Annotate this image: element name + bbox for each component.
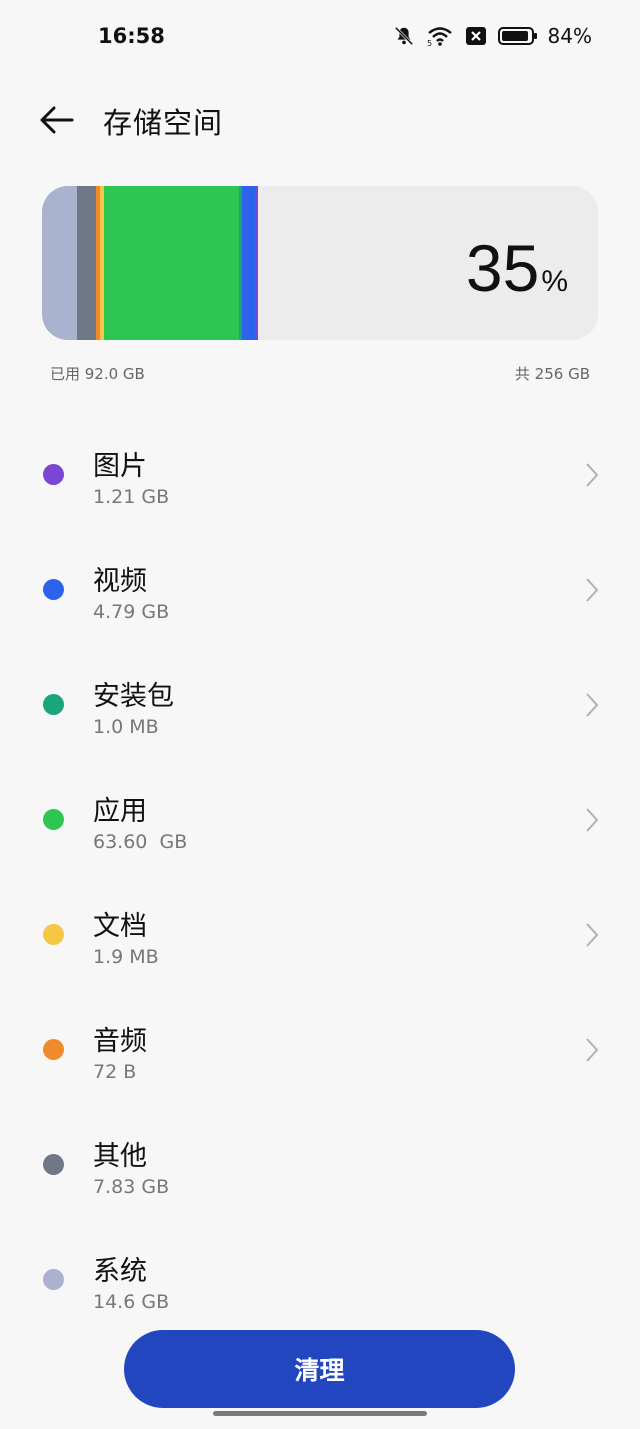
list-item-audio[interactable]: 音频 72 B [0, 1005, 640, 1120]
arrow-left-icon[interactable] [38, 102, 78, 138]
bell-off-icon [394, 26, 413, 46]
category-size: 63.60 GB [93, 831, 188, 853]
category-name: 应用 [93, 796, 147, 827]
storage-segment [242, 186, 255, 340]
category-size: 4.79 GB [93, 601, 170, 623]
category-color-dot [43, 1154, 64, 1175]
chevron-right-icon [586, 463, 599, 487]
category-name: 其他 [93, 1141, 147, 1172]
category-size: 1.21 GB [93, 486, 170, 508]
storage-segment [255, 186, 258, 340]
wifi-icon: 5 [427, 27, 452, 47]
category-size: 1.9 MB [93, 946, 159, 968]
status-icons: 5 84% [392, 24, 592, 48]
used-storage-label: 已用 92.0 GB [50, 365, 145, 383]
storage-segment [77, 186, 96, 340]
chevron-right-icon [586, 578, 599, 602]
category-color-dot [43, 1039, 64, 1060]
storage-segment [96, 186, 100, 340]
category-name: 音频 [93, 1026, 147, 1057]
category-size: 72 B [93, 1061, 137, 1083]
category-color-dot [43, 579, 64, 600]
category-color-dot [43, 464, 64, 485]
category-name: 视频 [93, 566, 147, 597]
total-storage-label: 共 256 GB [514, 365, 590, 383]
clean-button[interactable]: 清理 [124, 1330, 515, 1408]
page-title: 存储空间 [103, 106, 224, 140]
category-name: 系统 [93, 1256, 147, 1287]
storage-category-list: 图片 1.21 GB 视频 4.79 GB 安装包 1.0 MB 应用 63.6… [0, 430, 640, 1350]
category-name: 安装包 [93, 681, 174, 712]
category-color-dot [43, 1269, 64, 1290]
chevron-right-icon [586, 1038, 599, 1062]
category-size: 1.0 MB [93, 716, 159, 738]
list-item-documents[interactable]: 文档 1.9 MB [0, 890, 640, 1005]
chevron-right-icon [586, 923, 599, 947]
storage-segment [239, 186, 242, 340]
storage-segment [100, 186, 104, 340]
list-item-apps[interactable]: 应用 63.60 GB [0, 775, 640, 890]
list-item-videos[interactable]: 视频 4.79 GB [0, 545, 640, 660]
status-time: 16:58 [98, 24, 165, 48]
storage-segment [42, 186, 77, 340]
list-item-pictures[interactable]: 图片 1.21 GB [0, 430, 640, 545]
category-name: 文档 [93, 911, 147, 942]
storage-segment [104, 186, 239, 340]
chevron-right-icon [586, 808, 599, 832]
usage-percent: 35% [465, 231, 568, 305]
category-color-dot [43, 809, 64, 830]
list-item-other: 其他 7.83 GB [0, 1120, 640, 1235]
status-bar: 16:58 5 84% [0, 0, 640, 76]
list-item-packages[interactable]: 安装包 1.0 MB [0, 660, 640, 775]
battery-percent: 84% [547, 24, 592, 48]
category-size: 14.6 GB [93, 1291, 170, 1313]
battery-icon [497, 27, 537, 45]
category-color-dot [43, 924, 64, 945]
storage-usage-bar: 35% [42, 186, 598, 340]
home-indicator[interactable] [213, 1411, 427, 1416]
category-color-dot [43, 694, 64, 715]
sim-off-icon [465, 27, 486, 45]
category-size: 7.83 GB [93, 1176, 170, 1198]
chevron-right-icon [586, 693, 599, 717]
svg-text:5: 5 [427, 39, 432, 47]
page-header: 存储空间 [0, 90, 640, 150]
category-name: 图片 [93, 451, 147, 482]
